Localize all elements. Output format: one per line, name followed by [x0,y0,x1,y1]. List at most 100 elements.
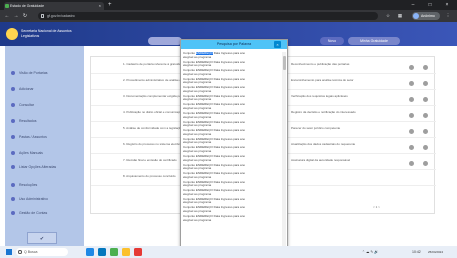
search-icon [18,250,22,254]
tab-close-icon[interactable]: × [99,2,101,10]
windows-start-icon[interactable] [6,249,12,255]
popup-list-item[interactable]: Conjunto ENDEREÇO Data Ingresso para ano… [183,120,279,128]
popup-list-item[interactable]: Conjunto ENDEREÇO Data Ingresso para ano… [183,111,279,119]
edit-icon[interactable] [423,65,428,70]
chrome-icon[interactable] [110,248,118,256]
address-bar: ← → ↻ gf.gov.br/cadastro ☆ ▦ Anônimo ⋮ [0,10,457,22]
sidebar-item-4[interactable]: Resultados [9,116,83,126]
explorer-icon[interactable] [122,248,130,256]
popup-list-item[interactable]: Conjunto ENDEREÇO Data Ingresso para ano… [183,94,279,102]
taskbar-search-label: Q Busca [24,250,38,254]
maximize-icon[interactable]: □ [422,0,438,10]
tab-title: Estado de Gratuidade [10,4,45,8]
view-icon[interactable] [409,113,414,118]
menu-dot-icon [11,197,15,201]
sidebar-item-label: Visão de Portarias [19,71,48,75]
view-icon[interactable] [409,145,414,150]
popup-list-item[interactable]: Conjunto ENDEREÇO Data Ingresso para ano… [183,214,279,222]
popup-list-item[interactable]: Conjunto ENDEREÇO Data Ingresso para ano… [183,171,279,179]
lock-icon [41,14,44,18]
tray-icons[interactable]: ⌃ ☁ ✎ 🔊 [362,248,379,256]
popup-list-item[interactable]: Conjunto ENDEREÇO Data Ingresso para ano… [183,77,279,85]
taskview-icon[interactable] [86,248,94,256]
date[interactable]: 25/04/2024 [428,248,443,256]
popup-list-item[interactable]: Conjunto ENDEREÇO Data Ingresso para ano… [183,146,279,153]
popup-item-rest: elegível ao programa [183,157,212,162]
edit-icon[interactable] [423,113,428,118]
popup-list-item[interactable]: Conjunto ENDEREÇO Data Ingresso para ano… [183,197,279,205]
back-icon[interactable]: ← [3,12,11,20]
menu-dot-icon [11,165,15,169]
star-icon[interactable]: ☆ [384,12,392,20]
popup-item-text: Data Ingresso para ano [212,52,246,55]
popup-list-item[interactable]: Conjunto ENDEREÇO Data Ingresso para ano… [183,180,279,188]
view-icon[interactable] [409,97,414,102]
sidebar-item-8[interactable]: Resoluções [9,180,83,190]
url-input[interactable]: gf.gov.br/cadastro [38,12,378,20]
popup-item-rest: elegível ao programa [183,63,212,68]
popup-list-item[interactable]: Conjunto ENDEREÇO Data Ingresso para ano… [183,154,279,162]
new-tab-button[interactable]: + [108,2,114,8]
sidebar-item-label: Consultar [19,103,34,107]
popup-list-item[interactable]: Conjunto ENDEREÇO Data Ingresso para ano… [183,103,279,110]
menu-icon[interactable]: ⋮ [444,12,452,20]
popup-list-item[interactable]: Conjunto ENDEREÇO Data Ingresso para ano… [183,128,279,136]
menu-dot-icon [11,87,15,91]
header-button-b[interactable]: Minha Gratuidade [348,37,400,45]
view-icon[interactable] [409,65,414,70]
taskbar-search-input[interactable]: Q Busca [16,248,68,256]
sidebar-item-2[interactable]: Adicionar [9,84,83,94]
edit-icon[interactable] [423,81,428,86]
popup-list-item[interactable]: Conjunto ENDEREÇO Data Ingresso para ano… [183,137,279,145]
forward-icon[interactable]: → [12,12,20,20]
popup-list-item[interactable]: Conjunto ENDEREÇO Data Ingresso para ano… [183,52,279,59]
view-icon[interactable] [409,81,414,86]
popup-list-item[interactable]: Conjunto ENDEREÇO Data Ingresso para ano… [183,68,279,76]
url-text: gf.gov.br/cadastro [47,14,75,18]
sidebar-item-6[interactable]: Ações Manuais [9,148,83,158]
reload-icon[interactable]: ↻ [21,12,29,20]
edge-icon[interactable] [98,248,106,256]
popup-list-item[interactable]: Conjunto ENDEREÇO Data Ingresso para ano… [183,206,279,213]
popup-list[interactable]: Conjunto ENDEREÇO Data Ingresso para ano… [183,52,279,248]
popup-item-rest: elegível ao programa [183,209,212,213]
popup-item-rest: elegível ao programa [183,131,212,136]
sidebar-item-9[interactable]: Uso Administrativo [9,194,83,204]
popup-list-item[interactable]: Conjunto ENDEREÇO Data Ingresso para ano… [183,86,279,93]
popup-list-item[interactable]: Conjunto ENDEREÇO Data Ingresso para ano… [183,163,279,171]
popup-list-item[interactable]: Conjunto ENDEREÇO Data Ingresso para ano… [183,188,279,196]
popup-item-rest: elegível ao programa [183,54,212,59]
minimize-icon[interactable]: – [405,0,421,10]
window-close-icon[interactable]: × [439,0,455,10]
clock[interactable]: 10:42 [412,248,421,256]
avatar [413,13,419,19]
popup-title: Pesquisa por Palavra [181,40,287,49]
edit-icon[interactable] [423,97,428,102]
view-icon[interactable] [409,161,414,166]
sidebar-item-10[interactable]: Gestão de Contas [9,208,83,218]
header-button-a[interactable]: Novo [320,37,344,45]
sidebar-item-1[interactable]: Visão de Portarias [9,68,83,78]
sidebar-footer-button[interactable]: ✔ [27,232,57,244]
extensions-icon[interactable]: ▦ [396,12,404,20]
sidebar-item-label: Adicionar [19,87,34,91]
sidebar-item-5[interactable]: Pastas / Assuntos [9,132,83,142]
browser-tab[interactable]: Estado de Gratuidade × [4,2,104,10]
profile-button[interactable]: Anônimo [412,12,440,20]
sidebar-item-3[interactable]: Consultar [9,100,83,110]
edit-icon[interactable] [423,161,428,166]
menu-dot-icon [11,119,15,123]
popup-item-rest: elegível ao programa [183,174,212,179]
edit-icon[interactable] [423,145,428,150]
popup-close-button[interactable]: × [274,41,281,48]
sidebar-item-7[interactable]: Listar Opções Alteradas [9,162,83,178]
edit-icon[interactable] [423,129,428,134]
header-search-input[interactable] [148,37,182,45]
view-icon[interactable] [409,129,414,134]
popup-item-rest: elegível ao programa [183,166,212,171]
app-icon[interactable] [134,248,142,256]
popup-list-item[interactable]: Conjunto ENDEREÇO Data Ingresso para ano… [183,60,279,68]
pagination[interactable]: < 1 > [373,205,380,209]
popup-scrollbar[interactable] [282,52,286,248]
scrollbar-thumb[interactable] [282,56,286,70]
